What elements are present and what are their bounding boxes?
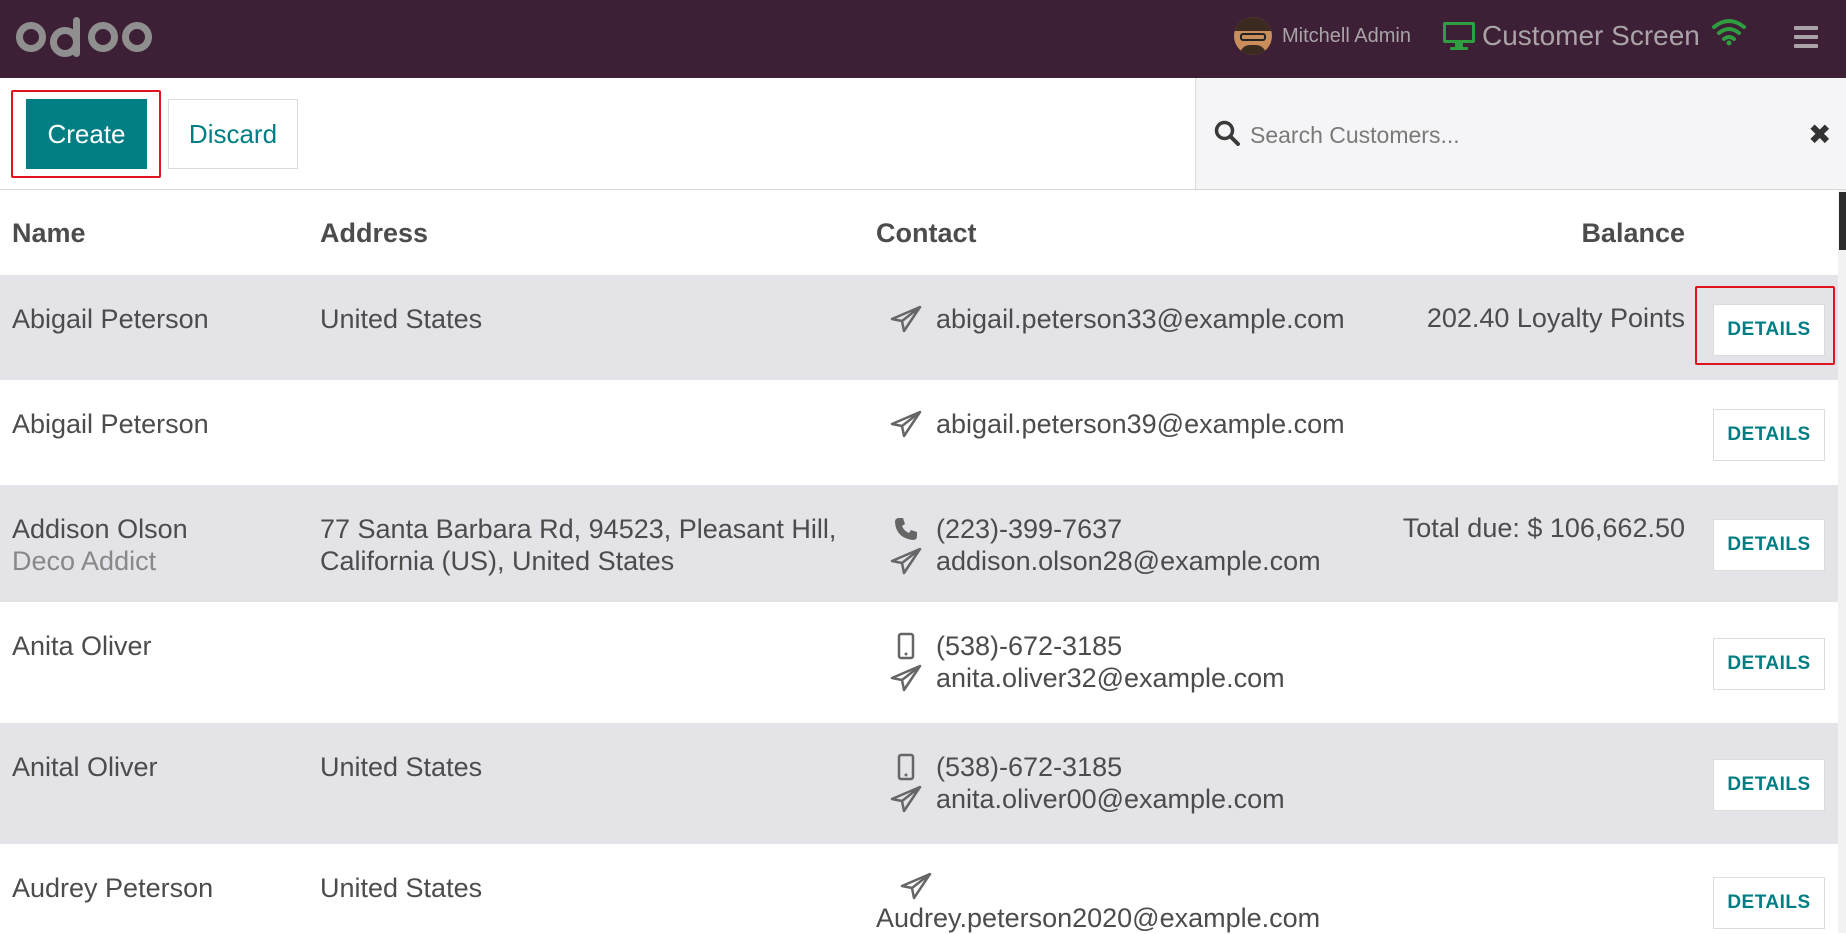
paper-plane-icon [876, 547, 936, 575]
column-header-contact: Contact [876, 218, 977, 248]
search-bar: ✖ [1195, 78, 1846, 189]
search-icon [1214, 120, 1240, 146]
customer-email: abigail.peterson39@example.com [936, 409, 1345, 439]
customer-name: Abigail Peterson [12, 409, 209, 439]
search-input[interactable] [1248, 114, 1772, 156]
customer-name: Audrey Peterson [12, 873, 214, 903]
customer-email: anita.oliver32@example.com [936, 663, 1285, 693]
avatar [1234, 17, 1272, 55]
create-button[interactable]: Create [26, 99, 147, 169]
paper-plane-icon [876, 785, 936, 813]
customer-contact: abigail.peterson39@example.com [876, 408, 1345, 440]
column-header-balance: Balance [1581, 218, 1685, 248]
column-header-name: Name [12, 218, 86, 248]
close-icon[interactable]: ✖ [1808, 118, 1831, 151]
customer-contact: abigail.peterson33@example.com [876, 303, 1345, 335]
customer-contact: (223)-399-7637 addison.olson28@example.c… [876, 513, 1321, 577]
phone-icon [876, 516, 936, 542]
table-row[interactable]: Addison Olson Deco Addict 77 Santa Barba… [0, 485, 1838, 602]
details-button[interactable]: DETAILS [1713, 638, 1825, 690]
mobile-icon [876, 753, 936, 781]
customer-name: Anital Oliver [12, 752, 158, 782]
customer-address: United States [320, 752, 483, 782]
customer-name: Abigail Peterson [12, 304, 209, 334]
table-header: Name Address Contact Balance [0, 190, 1838, 275]
paper-plane-icon [876, 305, 936, 333]
control-bar: Create Discard ✖ [0, 78, 1846, 190]
customer-screen-toggle[interactable]: Customer Screen [1442, 14, 1700, 58]
details-button[interactable]: DETAILS [1713, 759, 1825, 811]
scrollbar-thumb[interactable] [1839, 192, 1846, 250]
table-row[interactable]: Abigail Peterson abigail.peterson39@exam… [0, 380, 1838, 485]
details-highlight-box [1695, 286, 1835, 365]
odoo-logo[interactable] [16, 8, 152, 66]
logo-letter-d [50, 17, 84, 57]
discard-button[interactable]: Discard [168, 99, 298, 169]
customer-phone: (538)-672-3185 [936, 631, 1123, 661]
customer-screen-label: Customer Screen [1482, 20, 1700, 51]
mobile-icon [876, 632, 936, 660]
customer-balance: Total due: $ 106,662.50 [1402, 513, 1685, 543]
logo-letter-o [122, 22, 152, 52]
customer-contact: (538)-672-3185 anita.oliver00@example.co… [876, 751, 1285, 815]
customer-address: United States [320, 873, 483, 903]
wifi-icon [1712, 19, 1746, 46]
user-name: Mitchell Admin [1282, 24, 1411, 47]
customer-name: Anita Oliver [12, 631, 152, 661]
monitor-icon [1443, 22, 1475, 50]
customer-email: addison.olson28@example.com [936, 546, 1321, 576]
paper-plane-icon [876, 872, 932, 900]
customer-address: United States [320, 304, 483, 334]
user-menu[interactable]: Mitchell Admin [1234, 14, 1411, 58]
customer-email: anita.oliver00@example.com [936, 784, 1285, 814]
logo-letter-o [88, 22, 118, 52]
paper-plane-icon [876, 664, 936, 692]
paper-plane-icon [876, 410, 936, 438]
customer-address-line2: California (US), United States [320, 546, 675, 576]
customer-phone: (223)-399-7637 [936, 514, 1123, 544]
table-row[interactable]: Anital Oliver United States (538)-672-31… [0, 723, 1838, 844]
customer-phone: (538)-672-3185 [936, 752, 1123, 782]
hamburger-icon[interactable] [1794, 26, 1818, 53]
customer-address-line1: 77 Santa Barbara Rd, 94523, Pleasant Hil… [320, 514, 837, 544]
table-row[interactable]: Anita Oliver (538)-672-3185 anita.oliver… [0, 602, 1838, 723]
column-header-address: Address [320, 218, 429, 248]
customer-email: Audrey.peterson2020@example.com [876, 903, 1321, 933]
details-button[interactable]: DETAILS [1713, 519, 1825, 571]
logo-letter-o [16, 22, 46, 52]
details-button[interactable]: DETAILS [1713, 877, 1825, 929]
customer-contact: (538)-672-3185 anita.oliver32@example.co… [876, 630, 1285, 694]
customer-balance: 202.40 Loyalty Points [1426, 303, 1685, 333]
table-row[interactable]: Audrey Peterson United States Audrey.pet… [0, 844, 1838, 933]
details-button[interactable]: DETAILS [1713, 409, 1825, 461]
customer-contact: Audrey.peterson2020@example.com [876, 870, 1320, 934]
customer-email: abigail.peterson33@example.com [936, 304, 1345, 334]
top-navbar: Mitchell Admin Customer Screen [0, 0, 1846, 78]
customer-company: Deco Addict [12, 546, 157, 576]
scrollbar-track[interactable] [1838, 190, 1846, 933]
customer-name: Addison Olson [12, 514, 188, 544]
table-row[interactable]: Abigail Peterson United States abigail.p… [0, 275, 1838, 380]
